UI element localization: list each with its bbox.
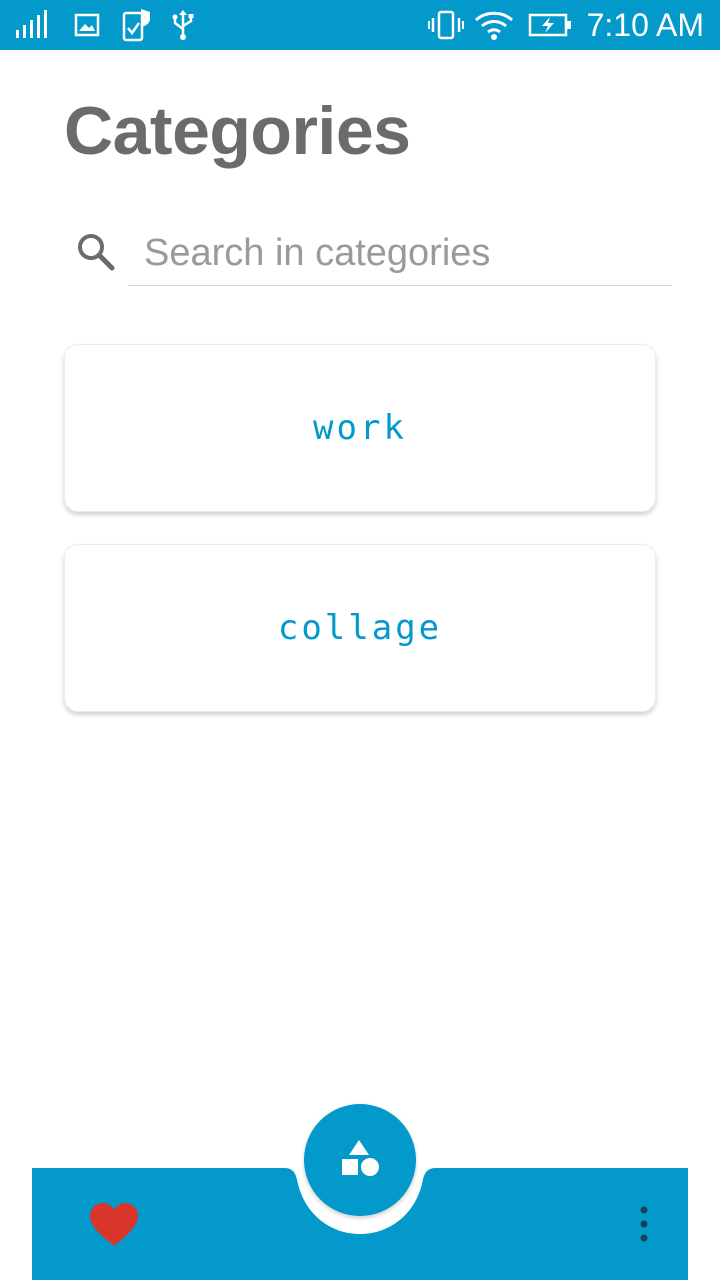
- category-card-work[interactable]: work: [64, 344, 656, 512]
- status-time: 7:10 AM: [586, 7, 704, 43]
- usb-icon: [172, 0, 194, 50]
- status-bar: 7:10 AM: [0, 0, 720, 50]
- categories-fab-button[interactable]: [304, 1104, 416, 1216]
- signal-icon: [14, 0, 50, 50]
- favorites-heart-icon[interactable]: [88, 1202, 140, 1248]
- more-vert-icon[interactable]: [632, 1204, 656, 1244]
- vibrate-icon: [428, 0, 464, 50]
- search-input[interactable]: [128, 222, 672, 286]
- category-card-collage[interactable]: collage: [64, 544, 656, 712]
- shapes-icon: [340, 1138, 380, 1183]
- secure-device-icon: [122, 0, 152, 50]
- battery-charging-icon: [528, 0, 572, 50]
- category-label: work: [313, 408, 407, 448]
- image-notification-icon: [74, 0, 100, 50]
- category-label: collage: [277, 608, 443, 648]
- search-icon: [76, 232, 116, 272]
- page-title: Categories: [64, 93, 411, 169]
- wifi-icon: [474, 0, 514, 50]
